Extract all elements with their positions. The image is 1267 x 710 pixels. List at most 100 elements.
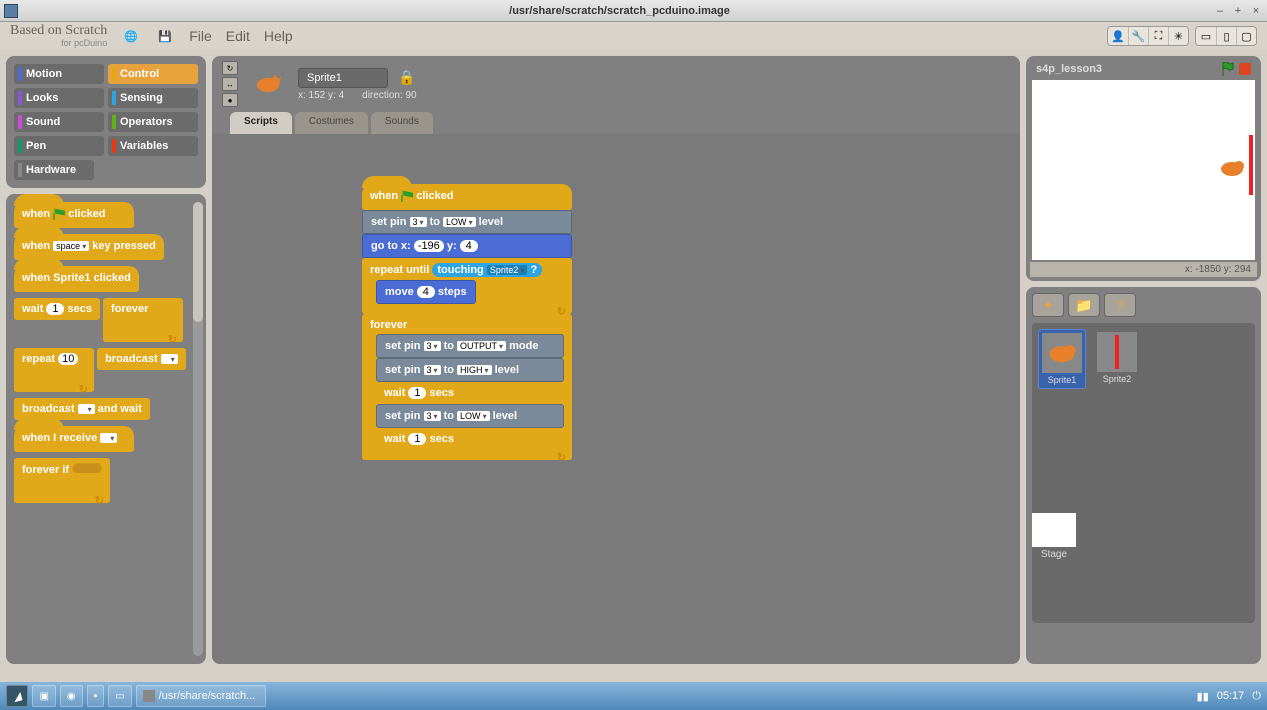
lock-icon[interactable]: 🔒 bbox=[398, 69, 415, 86]
category-control[interactable]: Control bbox=[108, 64, 198, 84]
app-subtitle: for pcDuino bbox=[10, 38, 107, 48]
script-forever[interactable]: forever set pin 3 to OUTPUT mode set pin… bbox=[362, 314, 572, 460]
sprite-header: ↻ ↔ ● 🔒 x: 152 y: 4 direction: 90 bbox=[212, 56, 1020, 112]
script-stack[interactable]: when clicked set pin 3 to LOW level go t… bbox=[362, 184, 572, 460]
main-area: Motion Control Looks Sensing Sound Opera… bbox=[0, 50, 1267, 670]
green-flag-button[interactable] bbox=[1221, 62, 1235, 76]
window-title: /usr/share/scratch/scratch_pcduino.image bbox=[26, 5, 1213, 17]
menu-file[interactable]: File bbox=[189, 28, 212, 44]
paint-sprite-button[interactable]: ✦ bbox=[1032, 293, 1064, 317]
menubar: Based on Scratch for pcDuino 🌐 💾 File Ed… bbox=[0, 22, 1267, 50]
category-operators[interactable]: Operators bbox=[108, 112, 198, 132]
cat-icon bbox=[1045, 341, 1079, 365]
category-sensing[interactable]: Sensing bbox=[108, 88, 198, 108]
globe-icon[interactable]: 🌐 bbox=[121, 26, 141, 46]
sprite-rotation-tools: ↻ ↔ ● bbox=[222, 61, 238, 107]
category-looks[interactable]: Looks bbox=[14, 88, 104, 108]
right-panel: s4p_lesson3 x: -1850 y: 294 ✦ 📁 ? Sprite… bbox=[1026, 56, 1261, 664]
block-forever[interactable]: forever ↻ bbox=[103, 298, 183, 342]
rotate-flip-icon[interactable]: ↔ bbox=[222, 77, 238, 91]
taskbar-files-icon[interactable]: ▣ bbox=[32, 685, 55, 707]
flag-icon bbox=[401, 190, 413, 202]
view-present-icon[interactable]: ▢ bbox=[1236, 27, 1256, 45]
cat-icon bbox=[253, 74, 283, 94]
expand-icon[interactable]: ⛶ bbox=[1148, 27, 1168, 45]
menu-edit[interactable]: Edit bbox=[226, 28, 250, 44]
sprite-list: Sprite1 Sprite2 bbox=[1032, 323, 1255, 623]
block-palette: when clicked when space key pressed when… bbox=[6, 194, 206, 664]
block-when-sprite-clicked[interactable]: when Sprite1 clicked bbox=[14, 266, 139, 292]
tab-scripts[interactable]: Scripts bbox=[230, 112, 292, 134]
block-when-receive[interactable]: when I receive bbox=[14, 426, 134, 452]
sprite-thumbnail bbox=[246, 66, 290, 102]
app-title: Based on Scratch bbox=[10, 24, 107, 38]
taskbar-browser-icon[interactable]: ◉ bbox=[60, 685, 83, 707]
block-when-key-pressed[interactable]: when space key pressed bbox=[14, 234, 164, 260]
block-repeat[interactable]: repeat 10 ↻ bbox=[14, 348, 94, 392]
tray-shutdown-icon[interactable]: ⏻ bbox=[1252, 690, 1261, 703]
save-icon[interactable]: 💾 bbox=[155, 26, 175, 46]
block-forever-if[interactable]: forever if ↻ bbox=[14, 458, 110, 503]
script-set-pin-low-2[interactable]: set pin 3 to LOW level bbox=[376, 404, 564, 428]
close-button[interactable]: × bbox=[1249, 4, 1263, 18]
script-move-steps[interactable]: move 4 steps bbox=[376, 280, 476, 304]
category-sound[interactable]: Sound bbox=[14, 112, 104, 132]
tool-group-1: 👤 🔧 ⛶ ✳ bbox=[1107, 26, 1189, 46]
window-titlebar: /usr/share/scratch/scratch_pcduino.image… bbox=[0, 0, 1267, 22]
maximize-button[interactable]: + bbox=[1231, 4, 1245, 18]
script-wait-2[interactable]: wait 1 secs bbox=[376, 428, 564, 450]
stage-box: s4p_lesson3 x: -1850 y: 294 bbox=[1026, 56, 1261, 281]
shrink-icon[interactable]: ✳ bbox=[1168, 27, 1188, 45]
tab-costumes[interactable]: Costumes bbox=[295, 112, 368, 134]
rotate-free-icon[interactable]: ↻ bbox=[222, 61, 238, 75]
script-when-flag-clicked[interactable]: when clicked bbox=[362, 184, 572, 210]
touching-reporter[interactable]: touching Sprite2 ? bbox=[432, 263, 542, 277]
menu-help[interactable]: Help bbox=[264, 28, 293, 44]
category-variables[interactable]: Variables bbox=[108, 136, 198, 156]
block-wait[interactable]: wait 1 secs bbox=[14, 298, 100, 320]
category-motion[interactable]: Motion bbox=[14, 64, 104, 84]
category-pen[interactable]: Pen bbox=[14, 136, 104, 156]
block-broadcast[interactable]: broadcast bbox=[97, 348, 186, 370]
stage-item[interactable]: Stage bbox=[1032, 513, 1076, 560]
tray-network-icon[interactable]: ▮▮ bbox=[1197, 690, 1209, 703]
view-small-icon[interactable]: ▭ bbox=[1196, 27, 1216, 45]
stop-button[interactable] bbox=[1239, 63, 1251, 75]
sprite-panel: ✦ 📁 ? Sprite1 Sprite2 Stage bbox=[1026, 287, 1261, 664]
user-icon[interactable]: 👤 bbox=[1108, 27, 1128, 45]
category-hardware[interactable]: Hardware bbox=[14, 160, 94, 180]
taskbar-terminal-icon[interactable]: ▪ bbox=[87, 685, 105, 707]
script-repeat-until[interactable]: repeat until touching Sprite2 ? move 4 s… bbox=[362, 258, 572, 314]
start-button[interactable]: ◢ bbox=[6, 685, 28, 707]
block-broadcast-wait[interactable]: broadcast and wait bbox=[14, 398, 150, 420]
stage-canvas[interactable] bbox=[1032, 80, 1255, 260]
taskbar-desktop-icon[interactable]: ▭ bbox=[108, 685, 131, 707]
script-set-pin-low-1[interactable]: set pin 3 to LOW level bbox=[362, 210, 572, 234]
stage-mouse-coords: x: -1850 y: 294 bbox=[1030, 262, 1257, 277]
import-sprite-button[interactable]: 📁 bbox=[1068, 293, 1100, 317]
view-medium-icon[interactable]: ▯ bbox=[1216, 27, 1236, 45]
minimize-button[interactable]: – bbox=[1213, 4, 1227, 18]
script-wait-1[interactable]: wait 1 secs bbox=[376, 382, 564, 404]
sprite-item-sprite1[interactable]: Sprite1 bbox=[1038, 329, 1086, 389]
sprite-name-input[interactable] bbox=[298, 68, 388, 88]
tool-group-2: ▭ ▯ ▢ bbox=[1195, 26, 1257, 46]
script-area[interactable]: when clicked set pin 3 to LOW level go t… bbox=[212, 134, 1020, 664]
stage-sprite1-cat[interactable] bbox=[1217, 158, 1247, 178]
block-when-flag-clicked[interactable]: when clicked bbox=[14, 202, 134, 228]
script-set-pin-high[interactable]: set pin 3 to HIGH level bbox=[376, 358, 564, 382]
tab-sounds[interactable]: Sounds bbox=[371, 112, 433, 134]
sprite-panel-tools: ✦ 📁 ? bbox=[1032, 293, 1255, 317]
stage-header: s4p_lesson3 bbox=[1030, 60, 1257, 78]
sprite-item-sprite2[interactable]: Sprite2 bbox=[1094, 329, 1140, 387]
script-set-pin-output[interactable]: set pin 3 to OUTPUT mode bbox=[376, 334, 564, 358]
script-goto-xy[interactable]: go to x: -196 y: 4 bbox=[362, 234, 572, 258]
left-panel: Motion Control Looks Sensing Sound Opera… bbox=[6, 56, 206, 664]
rotate-none-icon[interactable]: ● bbox=[222, 93, 238, 107]
wrench-icon[interactable]: 🔧 bbox=[1128, 27, 1148, 45]
clock: 05:17 bbox=[1217, 690, 1245, 702]
surprise-sprite-button[interactable]: ? bbox=[1104, 293, 1136, 317]
taskbar-app-scratch[interactable]: /usr/share/scratch... bbox=[136, 685, 266, 707]
palette-scrollbar[interactable] bbox=[193, 202, 203, 656]
center-panel: ↻ ↔ ● 🔒 x: 152 y: 4 direction: 90 Script… bbox=[212, 56, 1020, 664]
